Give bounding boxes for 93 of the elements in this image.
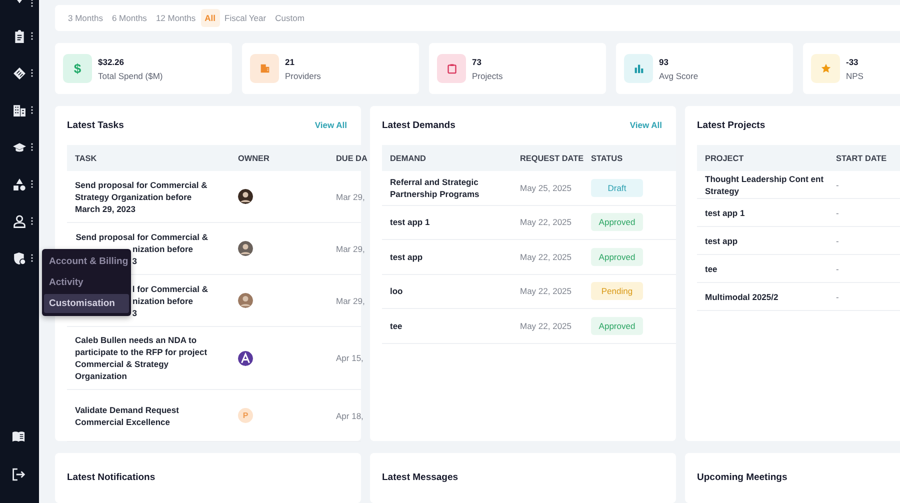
panel-title: Upcoming Meetings	[697, 472, 788, 483]
status-badge: Draft	[591, 178, 643, 197]
column-header: DEMAND	[389, 154, 427, 162]
panel-title: Latest Projects	[697, 120, 766, 130]
stat-label: Projects	[472, 70, 503, 80]
table-cell-text: l for Commercial &	[132, 282, 208, 294]
status-badge: Approved	[591, 316, 643, 335]
clipboard-icon	[446, 63, 456, 74]
clipboard-icon[interactable]	[13, 30, 26, 42]
shield-icon[interactable]	[13, 252, 26, 264]
table-cell-text: May 22, 2025	[519, 286, 573, 296]
column-header: TASK	[74, 154, 98, 162]
table-cell-text: -	[835, 236, 840, 246]
table-cell-text: Mar 29,	[335, 244, 365, 254]
table-cell-text: Apr 15,	[335, 353, 364, 363]
column-header: STATUS	[590, 154, 624, 162]
table-cell-text: Send proposal for Commercial &	[76, 230, 208, 242]
stat-label: NPS	[846, 70, 864, 80]
table-cell-text: -	[835, 208, 840, 218]
table-cell-text: test app 1	[389, 216, 431, 228]
table-cell-text: Send proposal for Commercial & Strategy Organization before March 29, 2023	[74, 178, 208, 214]
stat-value: 73	[472, 56, 482, 66]
table-cell-text: 3	[132, 254, 137, 266]
table-cell-text: loo	[389, 285, 404, 298]
dollar-icon: $	[74, 62, 82, 75]
shapes-icon[interactable]	[13, 178, 26, 190]
graduation-cap-icon[interactable]	[13, 140, 26, 154]
stat-value: -33	[846, 56, 860, 66]
avatar-silhouette	[238, 293, 253, 308]
table-cell-text: Mar 29,	[335, 192, 365, 202]
column-header: START DATE	[835, 154, 888, 162]
panel-title: Latest Demands	[382, 120, 456, 130]
panel-title: Latest Tasks	[67, 120, 124, 130]
menu-item[interactable]: Activity	[44, 273, 129, 292]
table-cell-text: May 22, 2025	[519, 217, 573, 228]
table-cell-text: May 22, 2025	[519, 320, 573, 331]
column-header: OWNER	[237, 154, 270, 162]
table-cell-text: Referral and Strategic Partnership Programs	[389, 176, 480, 200]
book-icon[interactable]	[12, 430, 25, 442]
column-header: PROJECT	[704, 154, 745, 162]
period-tab[interactable]: Fiscal Year	[220, 9, 270, 27]
view-all-link[interactable]: View All	[314, 120, 347, 130]
building-icon	[260, 63, 270, 74]
status-badge: Pending	[591, 282, 643, 300]
period-tab[interactable]: 3 Months	[64, 9, 107, 27]
table-cell-text: Multimodal 2025/2	[704, 290, 780, 302]
period-tab[interactable]: 12 Months	[152, 9, 200, 27]
table-cell-text: test app 1	[704, 206, 746, 218]
period-tab[interactable]: Custom	[271, 9, 308, 27]
avatar-silhouette	[238, 241, 253, 256]
table-cell-text: May 22, 2025	[519, 252, 573, 262]
stat-label: Total Spend ($M)	[98, 70, 163, 80]
stat-value: 21	[285, 56, 296, 66]
table-cell-text: Mar 29,	[335, 296, 365, 306]
table-cell-text: nization before	[132, 242, 193, 254]
table-cell-text: test app	[704, 234, 739, 246]
table-cell-text: 3	[132, 306, 137, 318]
stat-label: Providers	[285, 70, 321, 80]
table-cell-text: -	[835, 292, 840, 302]
column-header: REQUEST DATE	[519, 154, 583, 162]
period-tab[interactable]: All	[200, 9, 220, 27]
table-cell-text: May 25, 2025	[519, 182, 573, 193]
avatar-silhouette	[238, 189, 253, 204]
stat-value: $32.26	[98, 56, 125, 66]
table-cell-text: tee	[389, 320, 404, 332]
building-icon[interactable]	[13, 104, 26, 116]
avatar-icon	[238, 350, 253, 366]
table-cell-text: Apr 18,	[335, 410, 364, 420]
bar-chart-icon	[634, 63, 644, 74]
menu-item[interactable]: Customisation	[44, 294, 129, 313]
stat-label: Avg Score	[659, 70, 698, 80]
column-header: DUE DA	[335, 154, 368, 162]
logout-icon[interactable]	[12, 468, 25, 480]
panel-title: Latest Notifications	[67, 472, 156, 483]
table-cell-text: Caleb Bullen needs an NDA to participate to the RFP for project Commercial & Strategy Organization	[74, 334, 208, 382]
table-cell-text: -	[835, 264, 840, 274]
user-icon[interactable]	[13, 214, 26, 228]
table-cell-text: nization before	[132, 294, 193, 306]
period-tab[interactable]: 6 Months	[108, 9, 151, 27]
menu-item[interactable]: Account & Billing	[44, 252, 129, 271]
avatar: P	[238, 408, 253, 423]
panel-title: Latest Messages	[382, 472, 458, 483]
status-badge: Approved	[591, 213, 643, 232]
status-badge: Approved	[591, 248, 643, 266]
table-cell-text: Validate Demand Request Commercial Excellence	[74, 404, 180, 428]
table-cell-text: -	[835, 180, 840, 190]
view-all-link[interactable]: View All	[630, 120, 662, 130]
table-cell-text: tee	[704, 262, 718, 274]
star-icon	[820, 63, 830, 74]
stat-value: 93	[659, 56, 670, 66]
table-cell-text: Thought Leadership Cont ent Strategy	[704, 172, 825, 196]
table-cell-text: test app	[389, 250, 424, 263]
tag-icon[interactable]	[13, 66, 26, 80]
